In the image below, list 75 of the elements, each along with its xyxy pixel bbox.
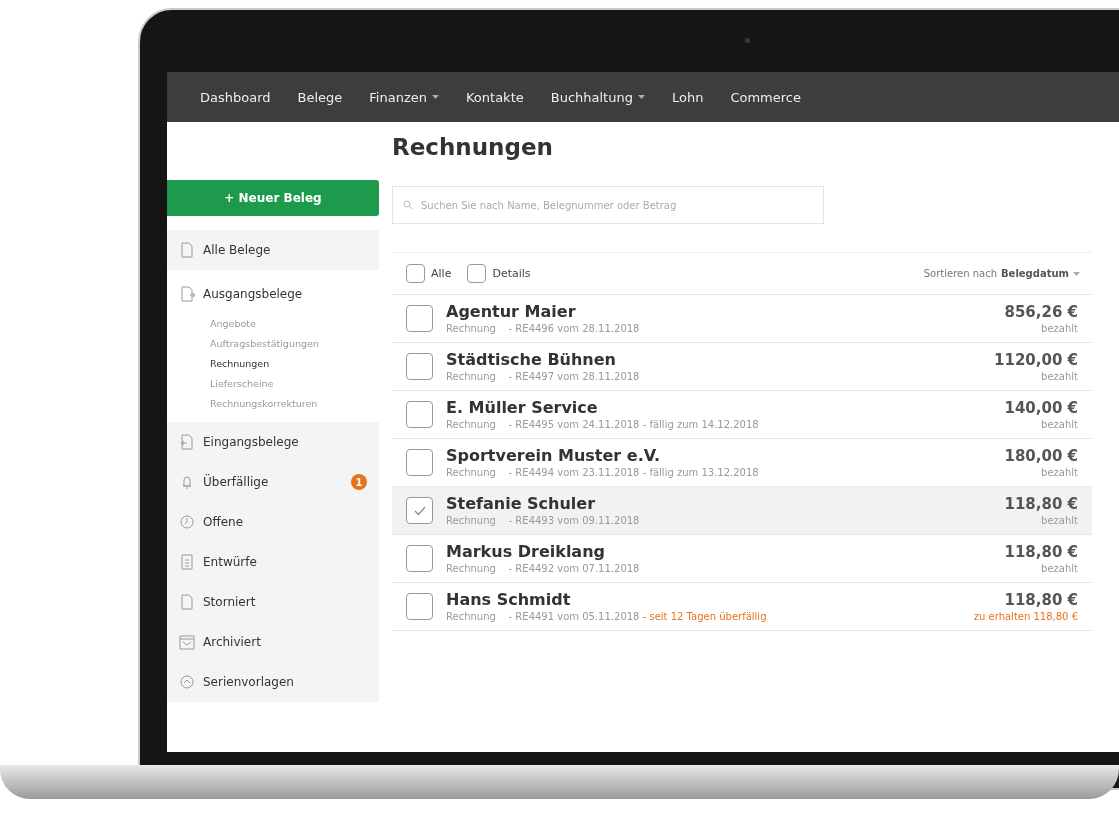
invoice-details: Rechnung - RE4496 vom 28.11.2018 — [446, 321, 641, 336]
archive-box-icon — [179, 634, 195, 650]
checkbox[interactable] — [406, 264, 425, 283]
sidebar-item[interactable]: Storniert — [167, 582, 379, 622]
sidebar-item[interactable]: Archiviert — [167, 622, 379, 662]
invoice-amount: 180,00 € — [1004, 445, 1078, 466]
nav-link[interactable]: Finanzen — [369, 89, 439, 105]
invoice-amount: 140,00 € — [1004, 397, 1078, 418]
sidebar-item[interactable]: Eingangsbelege — [167, 422, 379, 462]
nav-link[interactable]: Commerce — [730, 89, 801, 105]
caret-icon — [637, 95, 645, 99]
caret-icon — [1073, 271, 1080, 276]
checkbox[interactable] — [406, 449, 433, 476]
checkbox[interactable] — [406, 353, 433, 380]
customer-name: Sportverein Muster e.V. — [446, 445, 662, 466]
document-icon — [179, 242, 195, 258]
checkbox[interactable] — [406, 305, 433, 332]
invoice-details: Rechnung - RE4492 vom 07.11.2018 — [446, 561, 641, 576]
sidebar-item[interactable]: Überfällige 1 — [167, 462, 379, 502]
nav-link[interactable]: Dashboard — [200, 89, 271, 105]
page-title: Rechnungen — [392, 134, 554, 162]
invoice-amount: 1120,00 € — [994, 349, 1078, 370]
invoice-details: Rechnung - RE4493 vom 09.11.2018 — [446, 513, 641, 528]
checkbox-label: Details — [492, 267, 531, 280]
check-icon — [413, 505, 426, 516]
document-arrow-icon — [179, 286, 195, 302]
camera-dot — [745, 38, 750, 43]
sidebar-subitem[interactable]: Rechnungen — [167, 354, 379, 374]
nav-link[interactable]: Buchhaltung — [550, 89, 645, 105]
invoice-amount: 118,80 € — [1004, 493, 1078, 514]
customer-name: Agentur Maier — [446, 301, 577, 322]
document-icon — [179, 594, 195, 610]
payment-status: bezahlt — [1041, 561, 1078, 576]
caret-icon — [431, 95, 439, 99]
sort-dropdown[interactable]: Sortieren nach Belegdatum — [923, 268, 1080, 279]
customer-name: E. Müller Service — [446, 397, 599, 418]
invoice-details: Rechnung - RE4491 vom 05.11.2018 - seit 12 Tagen überfällig — [446, 609, 768, 624]
invoice-details: Rechnung - RE4497 vom 28.11.2018 — [446, 369, 641, 384]
invoice-details: Rechnung - RE4495 vom 24.11.2018 - fällig zum 14.12.2018 — [446, 417, 760, 432]
sidebar-item[interactable]: Alle Belege — [167, 230, 379, 270]
nav-link[interactable]: Belege — [297, 89, 343, 105]
document-arrow-icon — [179, 434, 195, 450]
document-lines-icon — [179, 554, 195, 570]
payment-status: bezahlt — [1041, 513, 1078, 528]
invoice-amount: 118,80 € — [1004, 541, 1078, 562]
payment-status: bezahlt — [1041, 321, 1078, 336]
count-badge: 1 — [351, 474, 367, 490]
sidebar-item[interactable]: Ausgangsbelege — [167, 274, 379, 314]
checkbox-label: Alle — [431, 267, 452, 280]
payment-status: bezahlt — [1041, 417, 1078, 432]
new-document-button[interactable]: + Neuer Beleg — [167, 180, 379, 216]
sidebar-item[interactable]: Serienvorlagen — [167, 662, 379, 702]
payment-status: bezahlt — [1041, 465, 1078, 480]
nav-link[interactable]: Lohn — [671, 89, 704, 105]
customer-name: Markus Dreiklang — [446, 541, 606, 562]
nav-link[interactable]: Kontakte — [465, 89, 524, 105]
sidebar-item[interactable]: Offene — [167, 502, 379, 542]
payment-status: bezahlt — [1041, 369, 1078, 384]
search-icon — [403, 200, 413, 210]
search-field[interactable]: Suchen Sie nach Name, Belegnummer oder Betrag — [392, 186, 824, 224]
customer-name: Städtische Bühnen — [446, 349, 617, 370]
sidebar-item[interactable]: Entwürfe — [167, 542, 379, 582]
invoice-row[interactable]: Stefanie Schuler Rechnung - RE4493 vom 09.11.2018 118,80 € bezahlt — [392, 487, 1092, 535]
clock-icon — [179, 514, 195, 530]
invoice-amount: 856,26 € — [1004, 301, 1078, 322]
invoice-amount: 118,80 € — [1004, 589, 1078, 610]
checkbox[interactable] — [406, 497, 433, 524]
customer-name: Stefanie Schuler — [446, 493, 597, 514]
invoice-details: Rechnung - RE4494 vom 23.11.2018 - fällig zum 13.12.2018 — [446, 465, 760, 480]
customer-name: Hans Schmidt — [446, 589, 572, 610]
checkbox[interactable] — [406, 593, 433, 620]
checkbox[interactable] — [406, 401, 433, 428]
checkbox[interactable] — [467, 264, 487, 283]
checkbox[interactable] — [406, 545, 433, 572]
payment-status: zu erhalten 118,80 € — [973, 609, 1078, 624]
